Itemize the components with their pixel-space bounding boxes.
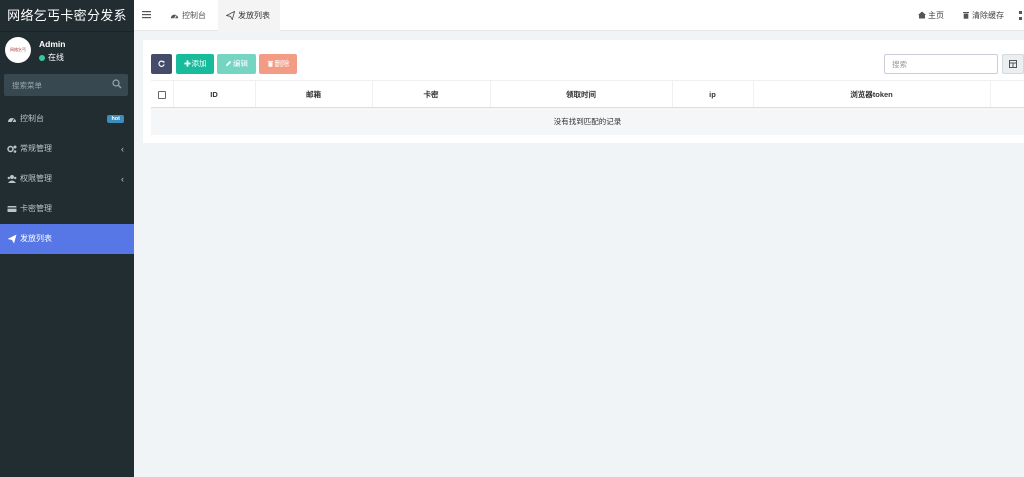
home-icon: [918, 11, 926, 19]
sidebar-item-label: 发放列表: [20, 234, 52, 243]
refresh-button[interactable]: [151, 54, 172, 74]
users-icon: [7, 175, 17, 183]
clear-cache-button[interactable]: 清除缓存: [962, 0, 1004, 31]
sidebar-item-send-list[interactable]: 发放列表: [0, 224, 134, 254]
tab-send-list[interactable]: 发放列表: [218, 0, 280, 31]
column-header-email[interactable]: 邮箱: [255, 80, 373, 108]
column-header-claim-time[interactable]: 领取时间: [490, 80, 673, 108]
card-icon: [7, 206, 17, 212]
select-all-cell: [151, 80, 174, 108]
columns-toggle-button[interactable]: [1002, 54, 1024, 74]
sidebar-item-label: 控制台: [20, 114, 44, 123]
chevron-left-icon: ‹: [121, 144, 124, 154]
clear-cache-label: 清除缓存: [972, 11, 1004, 20]
tab-label: 发放列表: [238, 11, 270, 20]
sidebar-search: [4, 74, 128, 96]
records-table: ID 邮箱 卡密 领取时间 ip 浏览器token 没有找到匹配的记录: [151, 80, 1024, 135]
column-header-browser-token[interactable]: 浏览器token: [753, 80, 991, 108]
online-dot-icon: [39, 54, 45, 61]
sidebar-item-dashboard[interactable]: 控制台 hot: [0, 104, 134, 134]
table-search-input[interactable]: [885, 55, 997, 73]
add-button[interactable]: 添加: [176, 54, 214, 74]
edit-label: 编辑: [233, 59, 248, 68]
dashboard-icon: [8, 118, 16, 123]
edit-button[interactable]: 编辑: [217, 54, 256, 74]
user-name: Admin: [39, 39, 66, 49]
sidebar-item-cards[interactable]: 卡密管理: [0, 194, 134, 224]
sidebar-menu: 控制台 hot 常规管理 ‹ 权限管理 ‹ 卡密管理 发放列表: [0, 104, 134, 254]
column-header-operate: [990, 80, 1024, 108]
column-header-id[interactable]: ID: [173, 80, 256, 108]
user-status-label: 在线: [48, 53, 64, 62]
add-label: 添加: [191, 59, 207, 68]
delete-button[interactable]: 删除: [259, 54, 297, 74]
sidebar-item-permissions[interactable]: 权限管理 ‹: [0, 164, 134, 194]
sidebar-item-label: 卡密管理: [20, 204, 52, 213]
delete-label: 删除: [274, 59, 290, 68]
column-header-card[interactable]: 卡密: [372, 80, 491, 108]
plus-icon: [183, 59, 191, 67]
trash-icon: [267, 60, 273, 67]
sidebar-item-label: 权限管理: [20, 174, 52, 183]
cogs-icon: [7, 145, 17, 153]
brand-title[interactable]: 网络乞丐卡密分发系: [0, 0, 134, 32]
refresh-icon: [157, 60, 165, 67]
send-icon: [7, 234, 17, 244]
home-label: 主页: [928, 11, 944, 20]
trash-icon: [963, 12, 969, 19]
fullscreen-icon[interactable]: [1019, 11, 1024, 20]
columns-icon: [1009, 60, 1017, 68]
sidebar-search-input[interactable]: [4, 74, 128, 96]
sidebar: 网络乞丐卡密分发系 网络乞丐 Admin 在线 控制台 hot 常规管理 ‹ 权…: [0, 0, 134, 477]
table-header-row: ID 邮箱 卡密 领取时间 ip 浏览器token: [151, 80, 1024, 108]
empty-message: 没有找到匹配的记录: [151, 107, 1024, 135]
select-all-checkbox[interactable]: [157, 90, 166, 99]
top-header: 控制台 发放列表 主页 清除缓存: [134, 0, 1024, 31]
column-header-ip[interactable]: ip: [672, 80, 754, 108]
sidebar-item-general[interactable]: 常规管理 ‹: [0, 134, 134, 164]
search-icon[interactable]: [112, 79, 122, 89]
pencil-icon: [225, 60, 232, 66]
hot-badge: hot: [107, 115, 124, 123]
avatar: 网络乞丐: [5, 37, 31, 63]
send-icon: [226, 11, 235, 20]
empty-row: 没有找到匹配的记录: [151, 107, 1024, 135]
user-status: 在线: [39, 52, 64, 63]
table-search: [884, 54, 998, 74]
chevron-left-icon: ‹: [121, 174, 124, 184]
user-panel: 网络乞丐 Admin 在线: [0, 32, 134, 70]
menu-toggle-icon[interactable]: [142, 10, 151, 19]
dashboard-icon: [170, 14, 179, 19]
tab-label: 控制台: [182, 11, 206, 20]
content-panel: 添加 编辑 删除 ID 邮箱 卡密 领取时间 ip 浏览器token: [143, 40, 1024, 143]
tab-dashboard[interactable]: 控制台: [168, 0, 216, 31]
sidebar-item-label: 常规管理: [20, 144, 52, 153]
home-link[interactable]: 主页: [918, 0, 944, 31]
